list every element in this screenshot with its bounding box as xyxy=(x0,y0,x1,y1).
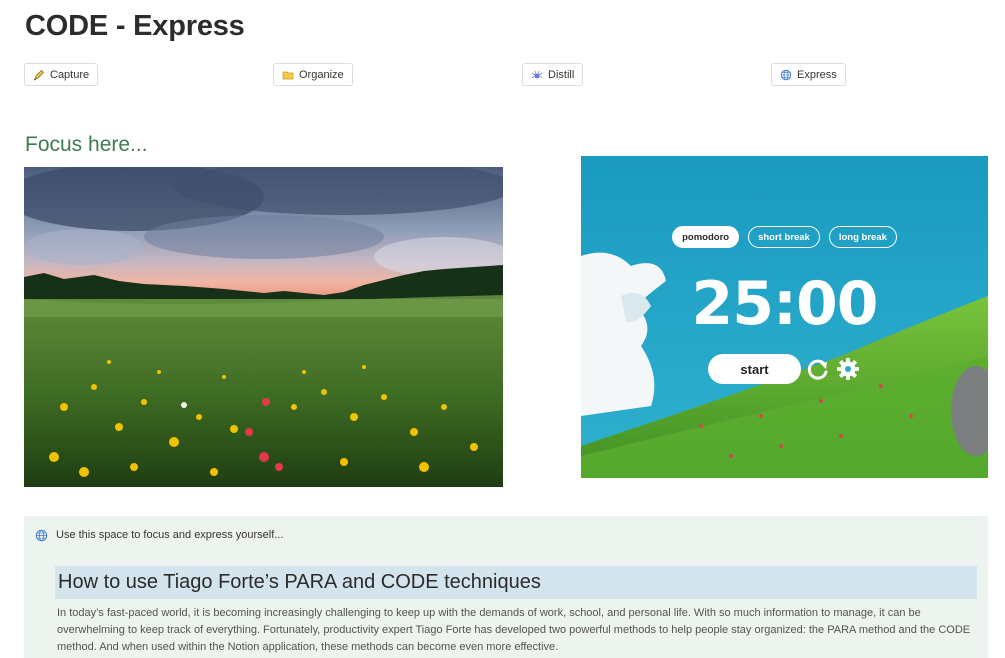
tab-pomodoro[interactable]: pomodoro xyxy=(672,226,740,248)
start-button[interactable]: start xyxy=(708,354,801,384)
pomodoro-widget: pomodoro short break long break 25:00 st… xyxy=(581,156,988,478)
express-label: Express xyxy=(797,68,837,81)
callout-text: Use this space to focus and express your… xyxy=(56,529,284,541)
express-button[interactable]: Express xyxy=(771,63,846,86)
folder-icon xyxy=(282,69,294,81)
distill-button[interactable]: Distill xyxy=(522,63,584,86)
pomodoro-tabs: pomodoro short break long break xyxy=(581,226,988,248)
gear-icon[interactable] xyxy=(836,357,860,381)
pencil-icon xyxy=(33,69,45,81)
tab-short-break[interactable]: short break xyxy=(748,226,820,248)
organize-button[interactable]: Organize xyxy=(273,63,353,86)
callout-block: Use this space to focus and express your… xyxy=(24,516,988,658)
globe-icon xyxy=(35,529,48,542)
spider-icon xyxy=(531,69,543,81)
article-heading: How to use Tiago Forte’s PARA and CODE t… xyxy=(55,566,977,599)
capture-button[interactable]: Capture xyxy=(24,63,99,86)
globe-icon xyxy=(780,69,792,81)
page-title: CODE - Express xyxy=(25,10,245,42)
capture-label: Capture xyxy=(50,68,90,81)
article-paragraph: In today’s fast-paced world, it is becom… xyxy=(57,607,971,653)
organize-label: Organize xyxy=(299,68,344,81)
focus-heading: Focus here... xyxy=(25,133,148,156)
reset-icon[interactable] xyxy=(805,356,831,382)
meadow-image xyxy=(24,167,503,487)
distill-label: Distill xyxy=(548,68,575,81)
timer-display: 25:00 xyxy=(691,269,879,339)
tab-long-break[interactable]: long break xyxy=(828,226,897,248)
